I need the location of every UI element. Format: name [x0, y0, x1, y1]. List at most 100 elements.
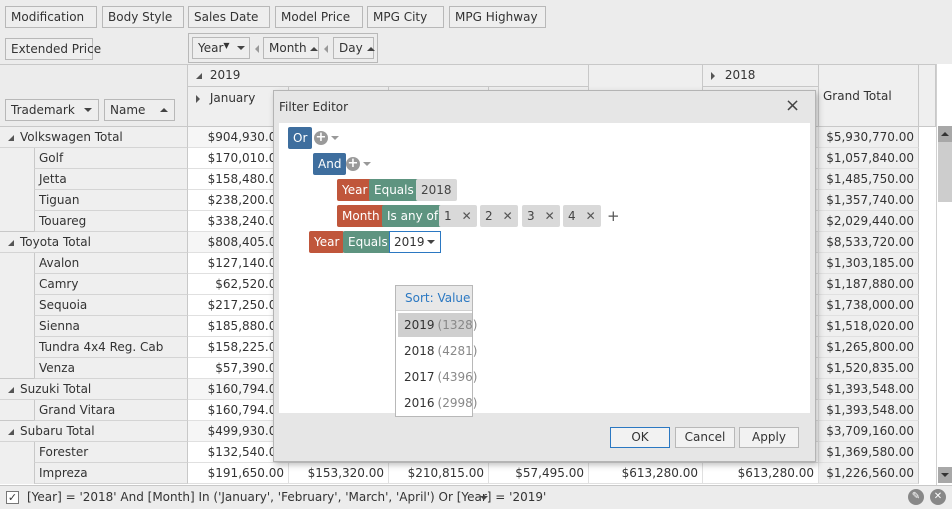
grand-total-cell[interactable]: $1,265,800.00: [819, 337, 919, 358]
row-field-trademark[interactable]: Trademark: [5, 99, 99, 121]
field-extended-price[interactable]: Extended Price: [5, 38, 101, 60]
filter-expression-text[interactable]: [Year] = '2018' And [Month] In ('January…: [27, 490, 546, 504]
grand-total-cell[interactable]: $3,709,160.00: [819, 421, 919, 442]
value-dropdown: Sort: Value 2019 (1328) 2018 (4281) 2017 (4…: [395, 285, 477, 417]
field-model-price[interactable]: Model Price: [275, 6, 363, 28]
value-cell[interactable]: $613,280.00: [703, 463, 819, 484]
remove-value-icon[interactable]: ✕: [462, 209, 472, 223]
remove-value-icon[interactable]: ✕: [586, 209, 596, 223]
dropdown-item[interactable]: 2017 (4396): [398, 365, 477, 389]
condition-value-chip[interactable]: 1 ✕: [439, 205, 477, 227]
grand-total-cell[interactable]: $2,029,440.00: [819, 211, 919, 232]
chevron-down-icon[interactable]: [427, 240, 435, 244]
grand-total-cell[interactable]: $1,369,580.00: [819, 442, 919, 463]
condition-field-year[interactable]: Year: [309, 231, 345, 253]
collapse-icon[interactable]: [196, 72, 202, 79]
row-indent: [0, 400, 34, 421]
cancel-button[interactable]: Cancel: [675, 427, 735, 448]
scroll-up-button[interactable]: [938, 126, 952, 142]
row-label[interactable]: Subaru Total: [0, 421, 188, 442]
value-cell[interactable]: $153,320.00: [289, 463, 389, 484]
value-cell[interactable]: $57,495.00: [489, 463, 589, 484]
filter-history-dropdown-icon[interactable]: [480, 496, 488, 500]
apply-button[interactable]: Apply: [739, 427, 799, 448]
filter-enabled-checkbox[interactable]: ✓: [6, 491, 19, 504]
collapse-icon[interactable]: [8, 134, 14, 141]
remove-value-icon[interactable]: ✕: [545, 209, 555, 223]
condition-value[interactable]: 2018: [416, 179, 457, 201]
grand-total-cell[interactable]: $1,226,560.00: [819, 463, 919, 484]
sort-desc-icon[interactable]: [84, 108, 92, 112]
add-condition-icon[interactable]: +: [314, 131, 328, 145]
column-header-2019[interactable]: 2019: [188, 65, 589, 87]
edit-filter-button[interactable]: ✎: [908, 489, 924, 505]
row-field-name[interactable]: Name: [104, 99, 175, 121]
field-mpg-city[interactable]: MPG City: [367, 6, 444, 28]
row-label[interactable]: Suzuki Total: [0, 379, 188, 400]
add-condition-icon[interactable]: +: [346, 157, 360, 171]
sort-by-value-button[interactable]: Sort: Value: [396, 286, 472, 311]
grand-total-cell[interactable]: $1,357,740.00: [819, 190, 919, 211]
grand-total-cell[interactable]: $1,393,548.00: [819, 379, 919, 400]
collapse-icon[interactable]: [8, 386, 14, 393]
collapse-icon[interactable]: [8, 428, 14, 435]
remove-value-icon[interactable]: ✕: [503, 209, 513, 223]
condition-field-month[interactable]: Month: [337, 205, 385, 227]
condition-operator-equals[interactable]: Equals: [369, 179, 419, 201]
row-label-text: Grand Vitara: [39, 403, 116, 417]
expand-icon[interactable]: [711, 71, 715, 80]
chip-label: 2: [485, 209, 493, 223]
dropdown-item[interactable]: 2018 (4281): [398, 339, 477, 363]
clear-filter-button[interactable]: ✕: [930, 489, 946, 505]
vertical-scrollbar[interactable]: [936, 64, 952, 485]
row-label[interactable]: Toyota Total: [0, 232, 188, 253]
chevron-down-icon[interactable]: [331, 136, 339, 140]
grand-total-cell[interactable]: $1,303,185.00: [819, 253, 919, 274]
condition-operator-equals[interactable]: Equals: [343, 231, 393, 253]
group-operator-and[interactable]: And: [313, 153, 347, 175]
field-body-style[interactable]: Body Style: [102, 6, 184, 28]
scroll-thumb[interactable]: [938, 142, 952, 202]
row-label[interactable]: Volkswagen Total: [0, 127, 188, 148]
dropdown-item[interactable]: 2016 (2998): [398, 391, 477, 415]
chevron-down-icon[interactable]: [237, 46, 245, 50]
dialog-close-button[interactable]: ×: [785, 95, 800, 116]
grand-total-cell[interactable]: $1,393,548.00: [819, 400, 919, 421]
close-icon: ✕: [933, 491, 943, 502]
condition-value-chip[interactable]: 2 ✕: [480, 205, 518, 227]
grand-total-cell[interactable]: $1,738,000.00: [819, 295, 919, 316]
grand-total-cell[interactable]: $1,485,750.00: [819, 169, 919, 190]
dropdown-item[interactable]: 2019 (1328): [398, 313, 477, 337]
condition-operator-is-any-of[interactable]: Is any of: [382, 205, 444, 227]
grand-total-cell[interactable]: $8,533,720.00: [819, 232, 919, 253]
value-cell[interactable]: $613,280.00: [589, 463, 703, 484]
field-modification[interactable]: Modification: [5, 6, 97, 28]
sort-asc-icon[interactable]: [160, 108, 168, 112]
row-label-text: Tundra 4x4 Reg. Cab: [39, 340, 164, 354]
condition-value-chip[interactable]: 4 ✕: [563, 205, 601, 227]
grand-total-cell[interactable]: $1,518,020.00: [819, 316, 919, 337]
condition-field-year[interactable]: Year: [337, 179, 373, 201]
condition-value-chip[interactable]: 3 ✕: [522, 205, 560, 227]
chevron-down-icon[interactable]: [363, 162, 371, 166]
row-label-text: Jetta: [39, 172, 67, 186]
condition-value-editor[interactable]: 2019: [389, 231, 441, 253]
column-header-2018[interactable]: 2018: [703, 65, 819, 87]
field-sales-date[interactable]: Sales Date: [188, 6, 270, 28]
expand-icon[interactable]: [196, 94, 200, 103]
add-value-icon[interactable]: +: [607, 207, 620, 225]
column-field-month[interactable]: Month: [263, 37, 319, 59]
column-field-day[interactable]: Day: [333, 37, 375, 59]
grand-total-cell[interactable]: $1,187,880.00: [819, 274, 919, 295]
value-cell[interactable]: $191,650.00: [188, 463, 289, 484]
grand-total-cell[interactable]: $1,057,840.00: [819, 148, 919, 169]
group-operator-or[interactable]: Or: [288, 127, 313, 149]
collapse-icon[interactable]: [8, 239, 14, 246]
ok-button[interactable]: OK: [610, 427, 670, 448]
value-cell[interactable]: $210,815.00: [389, 463, 489, 484]
field-mpg-highway[interactable]: MPG Highway: [449, 6, 546, 28]
column-field-year[interactable]: Year▼: [192, 37, 250, 59]
grand-total-cell[interactable]: $1,520,835.00: [819, 358, 919, 379]
grand-total-cell[interactable]: $5,930,770.00: [819, 127, 919, 148]
scroll-down-button[interactable]: [938, 467, 952, 483]
